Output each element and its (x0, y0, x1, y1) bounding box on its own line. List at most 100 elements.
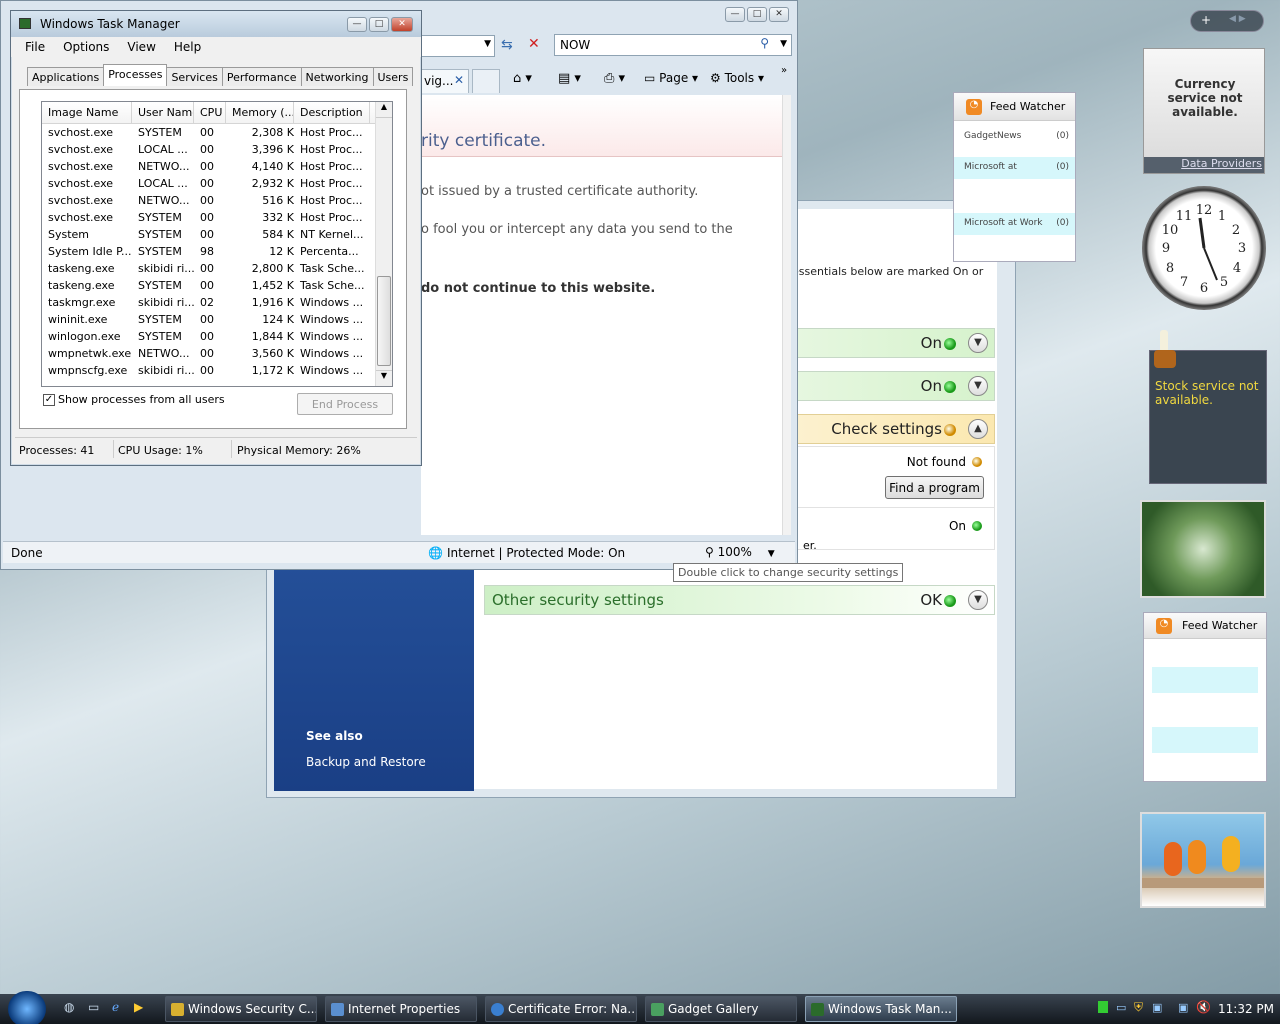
feed-item[interactable]: Microsoft at (0) (954, 157, 1075, 179)
tab-services[interactable]: Services (166, 67, 223, 86)
address-dropdown[interactable]: ▼ (421, 35, 495, 57)
find-program-button[interactable]: Find a program (885, 476, 984, 499)
menu-file[interactable]: File (15, 37, 53, 57)
ie-tab[interactable]: vig... ✕ (421, 69, 469, 93)
slideshow-leaves[interactable] (1140, 500, 1266, 598)
menu-help[interactable]: Help (164, 37, 209, 57)
internet-explorer-icon[interactable]: ℯ (112, 1000, 119, 1014)
tab-performance[interactable]: Performance (221, 67, 302, 86)
taskbar-clock[interactable]: 11:32 PM (1218, 1002, 1274, 1016)
protected-mode-zone[interactable]: Internet | Protected Mode: On (447, 546, 625, 560)
prev-icon[interactable]: ◀ ▶ (1229, 14, 1246, 24)
taskbar-gadget-gallery[interactable]: Gadget Gallery (645, 996, 797, 1022)
media-player-icon[interactable]: ▶ (134, 1000, 143, 1014)
table-cell: taskeng.exe (48, 279, 115, 292)
tab-users[interactable]: Users (372, 67, 414, 86)
end-process-button[interactable]: End Process (297, 393, 393, 415)
new-tab[interactable] (472, 69, 500, 93)
show-desktop-icon[interactable]: ▭ (88, 1000, 99, 1014)
chevron-down-icon[interactable]: ▼ (968, 333, 988, 353)
backup-restore-link[interactable]: Backup and Restore (306, 755, 426, 769)
close-button[interactable]: ✕ (769, 7, 789, 22)
display-icon[interactable]: ▭ (1116, 1001, 1126, 1014)
print-icon[interactable]: ⎙ ▾ (604, 71, 625, 86)
globe-icon: 🌐 (428, 546, 443, 560)
tools-menu[interactable]: ⚙ Tools ▾ (710, 71, 764, 85)
network-icon[interactable]: ▣ (1152, 1001, 1162, 1014)
virus-status: Not found (906, 455, 966, 469)
table-row[interactable]: System SYSTEM 00 584 K NT Kernel... (42, 226, 392, 243)
taskbar-security-center[interactable]: Windows Security C... (165, 996, 317, 1022)
menu-view[interactable]: View (117, 37, 163, 57)
table-row[interactable]: svchost.exe LOCAL ... 00 3,396 K Host Proc..… (42, 141, 392, 158)
clock-numeral: 11 (1176, 209, 1193, 224)
menu-options[interactable]: Options (53, 37, 117, 57)
stop-icon[interactable]: ✕ (528, 36, 540, 52)
scroll-thumb[interactable] (377, 276, 391, 366)
volume-muted-icon[interactable]: 🔇 (1196, 1000, 1211, 1014)
chevron-down-icon[interactable]: ▼ (968, 376, 988, 396)
table-row[interactable]: taskeng.exe SYSTEM 00 1,452 K Task Sche... (42, 277, 392, 294)
cpu-meter-icon[interactable] (1098, 1001, 1108, 1013)
network-icon[interactable]: ▣ (1178, 1001, 1188, 1014)
maximize-button[interactable]: □ (369, 17, 389, 32)
table-row[interactable]: wmpnetwk.exe NETWO... 00 3,560 K Windows ... (42, 345, 392, 362)
other-settings-row[interactable]: Other security settings OK ▼ (484, 585, 995, 615)
chevron-down-icon[interactable]: ▼ (968, 590, 988, 610)
tab-applications[interactable]: Applications (27, 67, 105, 86)
table-row[interactable]: System Idle P... SYSTEM 98 12 K Percenta... (42, 243, 392, 260)
table-row[interactable]: svchost.exe SYSTEM 00 332 K Host Proc... (42, 209, 392, 226)
taskbar-certificate-error[interactable]: Certificate Error: Na... (485, 996, 637, 1022)
scroll-down-icon[interactable]: ▼ (376, 370, 392, 386)
ie-quicklaunch-icon[interactable]: ◍ (64, 1000, 74, 1014)
show-all-checkbox[interactable]: ✓ (43, 394, 55, 406)
table-row[interactable]: wmpnscfg.exe skibidi ri... 00 1,172 K Window… (42, 362, 392, 379)
chevron-more-icon[interactable]: » (781, 65, 787, 76)
chevron-down-icon[interactable]: ▼ (780, 39, 787, 49)
table-row[interactable]: taskeng.exe skibidi ri... 00 2,800 K Task Sc… (42, 260, 392, 277)
table-row[interactable]: winlogon.exe SYSTEM 00 1,844 K Windows ... (42, 328, 392, 345)
tab-processes[interactable]: Processes (103, 64, 168, 86)
process-scrollbar[interactable]: ▲ ▼ (375, 102, 392, 386)
home-icon[interactable]: ⌂ ▾ (513, 71, 532, 86)
data-providers-link[interactable]: Data Providers (1144, 157, 1264, 173)
zoom-control[interactable]: ⚲ 100% ▼ (705, 545, 775, 559)
table-row[interactable]: svchost.exe SYSTEM 00 2,308 K Host Proc... (42, 124, 392, 141)
page-scrollbar[interactable] (782, 95, 791, 535)
col-memory[interactable]: Memory (... (226, 102, 294, 123)
add-gadget-icon[interactable]: + (1201, 13, 1211, 27)
tab-networking[interactable]: Networking (300, 67, 374, 86)
feed-item[interactable] (1152, 667, 1258, 693)
search-input[interactable]: NOW ⚲ ▼ (554, 34, 792, 56)
col-user-name[interactable]: User Name (132, 102, 194, 123)
feed-item[interactable]: Microsoft at Work (0) (954, 213, 1075, 235)
taskbar-internet-properties[interactable]: Internet Properties (325, 996, 477, 1022)
page-menu[interactable]: ▭ Page ▾ (644, 71, 698, 85)
col-description[interactable]: Description (294, 102, 370, 123)
col-image-name[interactable]: Image Name (42, 102, 132, 123)
tm-titlebar[interactable]: Windows Task Manager — □ ✕ (11, 11, 421, 37)
chevron-up-icon[interactable]: ▲ (968, 419, 988, 439)
slideshow-parrots[interactable] (1140, 812, 1266, 908)
table-row[interactable]: svchost.exe NETWO... 00 4,140 K Host Proc... (42, 158, 392, 175)
col-cpu[interactable]: CPU (194, 102, 226, 123)
refresh-icon[interactable]: ⇆ (501, 37, 513, 53)
ie-icon (491, 1003, 504, 1016)
table-row[interactable]: wininit.exe SYSTEM 00 124 K Windows ... (42, 311, 392, 328)
feeds-icon[interactable]: ▤ ▾ (558, 71, 581, 86)
maximize-button[interactable]: □ (747, 7, 767, 22)
feed-item[interactable] (1152, 727, 1258, 753)
table-row[interactable]: svchost.exe LOCAL ... 00 2,932 K Host Proc..… (42, 175, 392, 192)
table-row[interactable]: taskmgr.exe skibidi ri... 02 1,916 K Windows… (42, 294, 392, 311)
close-button[interactable]: ✕ (391, 17, 413, 32)
close-tab-icon[interactable]: ✕ (454, 73, 464, 87)
search-icon[interactable]: ⚲ (760, 36, 769, 50)
minimize-button[interactable]: — (347, 17, 367, 32)
taskbar-task-manager[interactable]: Windows Task Man... (805, 996, 957, 1022)
shield-icon[interactable]: ⛨ (1134, 1000, 1143, 1015)
feed-item[interactable]: GadgetNews (0) (954, 121, 1075, 143)
start-button[interactable] (8, 991, 46, 1024)
table-row[interactable]: svchost.exe NETWO... 00 516 K Host Proc... (42, 192, 392, 209)
minimize-button[interactable]: — (725, 7, 745, 22)
scroll-up-icon[interactable]: ▲ (376, 102, 392, 118)
